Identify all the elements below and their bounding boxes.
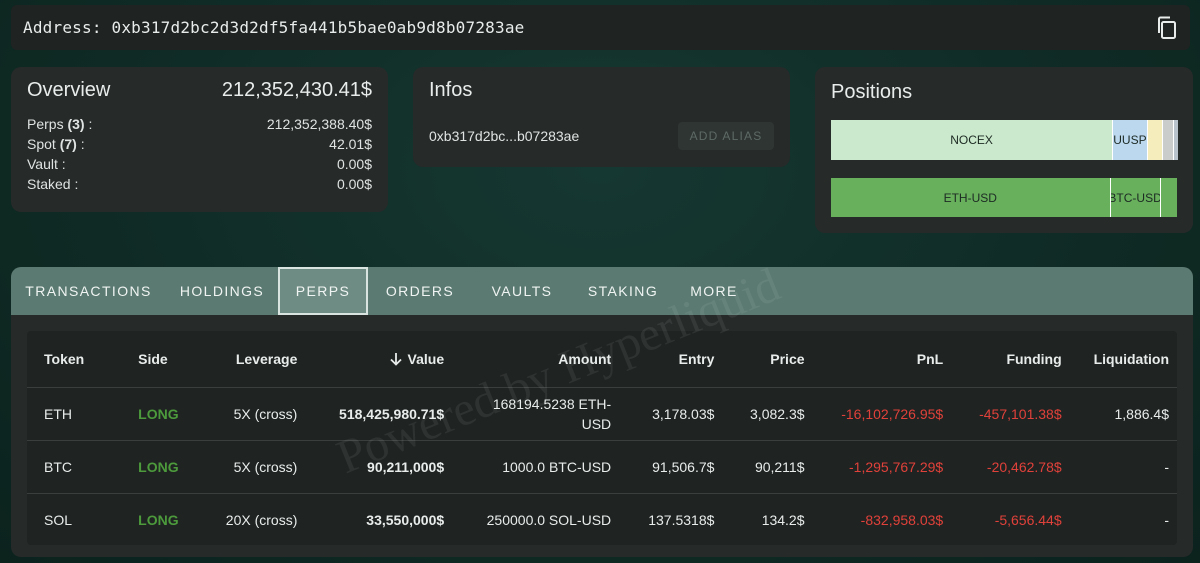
tab-perps[interactable]: PERPS	[278, 267, 368, 315]
overview-row: Perps (3) : 212,352,388.40$	[27, 114, 372, 134]
cell-amount: 168194.5238 ETH-USD	[452, 387, 620, 441]
infos-card: Infos 0xb317d2bc...b07283ae ADD ALIAS	[413, 67, 790, 167]
cell-entry: 137.5318$	[648, 511, 715, 528]
tabs-panel: TRANSACTIONS HOLDINGS PERPS ORDERS VAULTS STA…	[11, 267, 1193, 557]
cell-side: LONG	[121, 387, 205, 441]
add-alias-button[interactable]: ADD ALIAS	[678, 122, 774, 150]
cell-liquidation: -	[1164, 511, 1169, 528]
cell-pnl: -1,295,767.29$	[812, 440, 952, 494]
cell-price: 134.2$	[761, 511, 805, 528]
tab-bar: TRANSACTIONS HOLDINGS PERPS ORDERS VAULTS STA…	[11, 267, 1193, 315]
positions-card: Positions NOCEX UUSP ETH-USD BTC-USD	[815, 67, 1193, 233]
cell-funding: -457,101.38$	[951, 387, 1070, 441]
column-header-side[interactable]: Side	[121, 331, 205, 388]
perps-table-container: Token Side Leverage Value Amount Entry Price Pn…	[27, 331, 1177, 545]
position-segment[interactable]	[1172, 120, 1178, 160]
table-row[interactable]: SOL LONG 20X (cross) 33,550,000$ 250000.0 SO…	[27, 493, 1177, 546]
spot-positions-bar: NOCEX UUSP	[831, 120, 1178, 160]
table-row[interactable]: BTC LONG 5X (cross) 90,211,000$ 1000.0 BTC-U…	[27, 440, 1177, 494]
overview-row-value: 212,352,388.40$	[266, 116, 372, 132]
copy-icon[interactable]	[1156, 16, 1178, 40]
tab-orders[interactable]: ORDERS	[368, 267, 472, 315]
cell-liquidation: -	[1069, 440, 1177, 494]
tab-vaults[interactable]: VAULTS	[472, 267, 572, 315]
cell-leverage: 5X (cross)	[204, 387, 306, 441]
position-segment[interactable]: UUSP	[1112, 120, 1147, 160]
cell-pnl: -832,958.03$	[860, 511, 944, 528]
tab-transactions[interactable]: TRANSACTIONS	[11, 267, 166, 315]
table-row[interactable]: ETH LONG 5X (cross) 518,425,980.71$ 168194.5…	[27, 387, 1177, 441]
position-segment[interactable]	[1159, 178, 1177, 217]
tab-staking[interactable]: STAKING	[572, 267, 674, 315]
cell-leverage: 20X (cross)	[225, 511, 298, 528]
perps-table: Token Side Leverage Value Amount Entry Price Pn…	[27, 331, 1177, 546]
overview-row-label: Spot (7) :	[27, 136, 85, 152]
arrow-down-icon[interactable]	[389, 352, 403, 366]
cell-side: LONG	[121, 440, 205, 494]
overview-row: Vault : 0.00$	[27, 154, 372, 174]
cell-value: 90,211,000$	[305, 440, 453, 494]
overview-title: Overview	[27, 79, 111, 101]
cell-entry: 91,506.7$	[619, 440, 723, 494]
cell-leverage: 5X (cross)	[204, 440, 306, 494]
cell-liquidation: 1,886.4$	[1069, 387, 1177, 441]
cell-token: ETH	[27, 387, 122, 441]
position-segment[interactable]	[1162, 120, 1173, 160]
overview-row-label: Vault :	[27, 156, 66, 172]
position-segment[interactable]	[1146, 120, 1163, 160]
cell-token: SOL	[44, 511, 73, 528]
overview-row-value: 0.00$	[336, 176, 372, 192]
overview-row: Spot (7) : 42.01$	[27, 134, 372, 154]
column-header-value[interactable]: Value	[305, 331, 453, 388]
overview-row: Staked : 0.00$	[27, 174, 372, 194]
column-header-liquidation[interactable]: Liquidation	[1069, 331, 1177, 388]
cell-token: BTC	[27, 440, 122, 494]
address-bar: Address: 0xb317d2bc2d3d2df5fa441b5bae0ab…	[11, 5, 1190, 50]
cell-price: 90,211$	[722, 440, 813, 494]
column-header-funding[interactable]: Funding	[951, 331, 1070, 388]
overview-row-label: Perps (3) :	[27, 116, 93, 132]
address-value: 0xb317d2bc2d3d2df5fa441b5bae0ab9d8b07283…	[111, 18, 525, 37]
column-header-pnl[interactable]: PnL	[812, 331, 952, 388]
address-text: Address: 0xb317d2bc2d3d2df5fa441b5bae0ab…	[23, 18, 525, 37]
column-header-token[interactable]: Token	[27, 331, 122, 388]
cell-value: 33,550,000$	[366, 511, 445, 528]
positions-title: Positions	[831, 81, 913, 103]
column-header-price[interactable]: Price	[722, 331, 813, 388]
overview-row-value: 0.00$	[336, 156, 372, 172]
cell-funding: -20,462.78$	[951, 440, 1070, 494]
position-segment[interactable]: ETH-USD	[831, 178, 1110, 217]
position-segment[interactable]: BTC-USD	[1109, 178, 1160, 217]
column-header-entry[interactable]: Entry	[619, 331, 723, 388]
overview-row-value: 42.01$	[329, 136, 372, 152]
column-header-amount[interactable]: Amount	[452, 331, 620, 388]
cell-amount: 1000.0 BTC-USD	[452, 440, 620, 494]
tab-holdings[interactable]: HOLDINGS	[166, 267, 278, 315]
overview-card: Overview 212,352,430.41$ Perps (3) : 212,…	[11, 67, 388, 212]
cell-funding: -5,656.44$	[994, 511, 1062, 528]
tab-more[interactable]: MORE	[674, 267, 754, 315]
cell-price: 3,082.3$	[722, 387, 813, 441]
cell-side: LONG	[138, 511, 179, 528]
infos-title: Infos	[429, 79, 473, 101]
cell-amount: 250000.0 SOL-USD	[486, 511, 612, 528]
cell-entry: 3,178.03$	[619, 387, 723, 441]
overview-total: 212,352,430.41$	[221, 79, 372, 101]
short-address: 0xb317d2bc...b07283ae	[429, 128, 580, 144]
column-header-leverage[interactable]: Leverage	[204, 331, 306, 388]
cell-value: 518,425,980.71$	[305, 387, 453, 441]
overview-row-label: Staked :	[27, 176, 79, 192]
cell-pnl: -16,102,726.95$	[812, 387, 952, 441]
position-segment[interactable]: NOCEX	[831, 120, 1113, 160]
perp-positions-bar: ETH-USD BTC-USD	[831, 178, 1177, 217]
